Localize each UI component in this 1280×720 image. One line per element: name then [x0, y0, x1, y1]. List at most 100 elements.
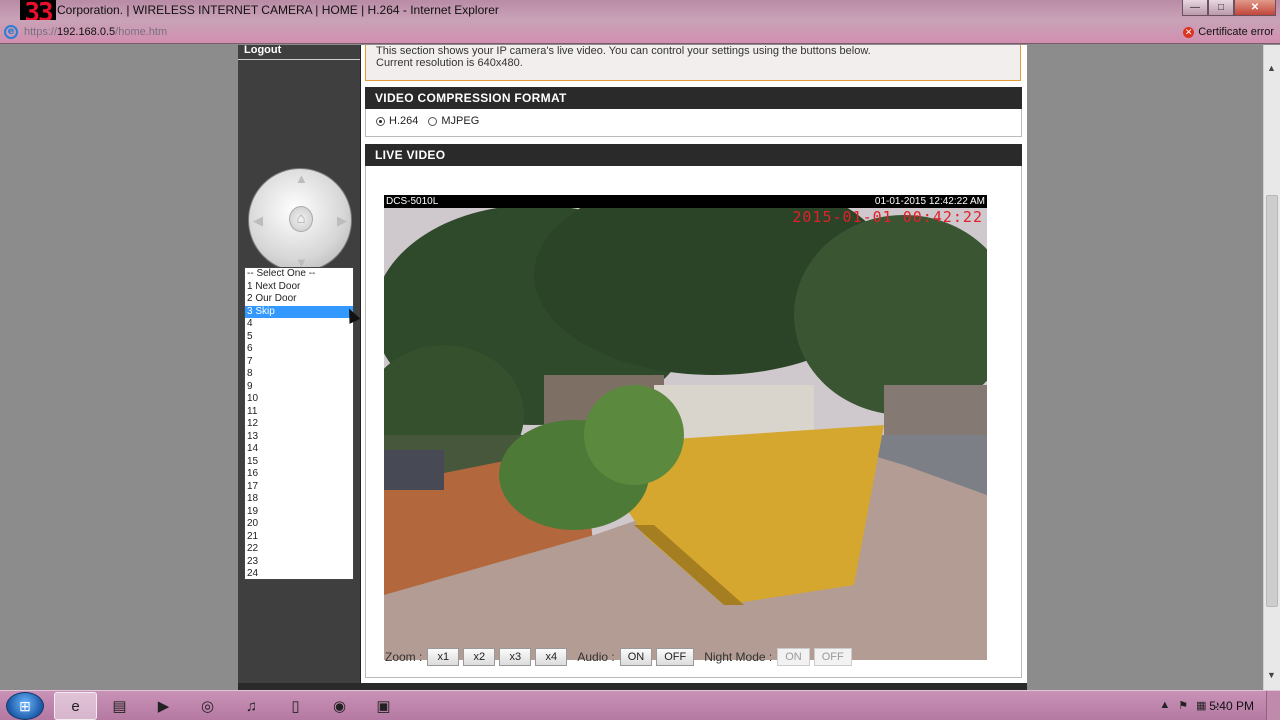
- compression-options: H.264 MJPEG: [376, 115, 479, 127]
- mjpeg-label[interactable]: MJPEG: [441, 115, 479, 127]
- url-path: /home.htm: [115, 26, 168, 38]
- certificate-error-label: Certificate error: [1198, 26, 1274, 38]
- night-mode-on-button[interactable]: ON: [777, 648, 810, 666]
- app-icon[interactable]: ▣: [362, 692, 405, 720]
- show-hidden-icons-icon[interactable]: ▲: [1159, 699, 1170, 712]
- preset-option[interactable]: 7: [245, 356, 353, 369]
- taskbar-clock[interactable]: 5:40 PM: [1209, 699, 1254, 713]
- video-timestamp: 2015-01-01 00:42:22: [792, 208, 983, 226]
- preset-option[interactable]: 22: [245, 543, 353, 556]
- preset-option[interactable]: 9: [245, 381, 353, 394]
- scroll-down-icon[interactable]: ▼: [1267, 670, 1276, 680]
- scroll-up-icon[interactable]: ▲: [1267, 63, 1276, 73]
- preset-option[interactable]: 13: [245, 431, 353, 444]
- minimize-button[interactable]: —: [1182, 0, 1208, 16]
- preset-option[interactable]: 20: [245, 518, 353, 531]
- sidebar-divider: [238, 59, 360, 60]
- video-controls: Zoom : x1 x2 x3 x4 Audio : ON OFF Night …: [385, 648, 856, 666]
- url-scheme: https://: [24, 26, 58, 38]
- h264-label[interactable]: H.264: [389, 115, 418, 127]
- error-icon: ✕: [1183, 27, 1195, 38]
- sidebar: Logout ▲ ▼ ◀ ▶ ⌂ -- Select One -- 1 Next …: [238, 44, 361, 690]
- preset-option[interactable]: 10: [245, 393, 353, 406]
- camera-image: [384, 195, 987, 660]
- preset-option[interactable]: 16: [245, 468, 353, 481]
- scrollbar-thumb[interactable]: [1266, 195, 1278, 607]
- window-titlebar: 33 Corporation. | WIRELESS INTERNET CAME…: [0, 0, 1280, 26]
- page-viewport: Logout ▲ ▼ ◀ ▶ ⌂ -- Select One -- 1 Next …: [0, 44, 1280, 690]
- pan-right-icon[interactable]: ▶: [337, 213, 347, 229]
- preset-option[interactable]: 18: [245, 493, 353, 506]
- compression-panel: H.264 MJPEG: [365, 109, 1022, 137]
- preset-option[interactable]: -- Select One --: [245, 268, 353, 281]
- h264-radio[interactable]: [376, 116, 385, 126]
- preset-option[interactable]: 8: [245, 368, 353, 381]
- compression-heading: VIDEO COMPRESSION FORMAT: [365, 87, 1022, 109]
- preset-option[interactable]: 12: [245, 418, 353, 431]
- preset-option[interactable]: 2 Our Door: [245, 293, 353, 306]
- taskbar: ⊞ e ▤ ▶ ◎ ♫ ▯ ◉ ▣ ▲ ⚑ ▦ ♪ 5:40 PM: [0, 690, 1280, 720]
- preset-option[interactable]: 15: [245, 456, 353, 469]
- page-footer-strip: [238, 683, 1027, 690]
- network-icon[interactable]: ▦: [1196, 699, 1206, 712]
- audio-off-button[interactable]: OFF: [656, 648, 695, 666]
- close-button[interactable]: ✕: [1234, 0, 1276, 16]
- preset-option[interactable]: 3 Skip: [245, 305, 353, 318]
- zoom-x2-button[interactable]: x2: [463, 648, 496, 666]
- media-player-icon[interactable]: ▶: [142, 692, 185, 720]
- audio-on-button[interactable]: ON: [619, 648, 653, 666]
- preset-option[interactable]: 19: [245, 506, 353, 519]
- preset-option[interactable]: 11: [245, 406, 353, 419]
- page-margin-right: [1027, 45, 1263, 690]
- info-box: This section shows your IP camera's live…: [365, 45, 1021, 81]
- action-center-icon[interactable]: ⚑: [1178, 699, 1188, 712]
- zoom-x1-button[interactable]: x1: [427, 648, 460, 666]
- zoom-label: Zoom :: [385, 650, 423, 664]
- maximize-button[interactable]: □: [1208, 0, 1234, 16]
- preset-position-list[interactable]: -- Select One -- 1 Next Door 2 Our Door 3 S…: [244, 267, 354, 580]
- chrome-icon[interactable]: ◎: [186, 692, 229, 720]
- vertical-scrollbar[interactable]: ▲ ▼: [1263, 45, 1280, 690]
- preset-option[interactable]: 23: [245, 556, 353, 569]
- main-content: This section shows your IP camera's live…: [361, 45, 1027, 690]
- preset-option[interactable]: 24: [245, 568, 353, 579]
- file-explorer-icon[interactable]: ▤: [98, 692, 141, 720]
- info-line-2: Current resolution is 640x480.: [376, 57, 523, 69]
- preset-option[interactable]: 14: [245, 443, 353, 456]
- mjpeg-radio[interactable]: [428, 116, 438, 126]
- ie-page-icon: e: [4, 25, 18, 39]
- night-mode-label: Night Mode :: [704, 650, 773, 664]
- zoom-x4-button[interactable]: x4: [535, 648, 568, 666]
- live-video-feed[interactable]: DCS-5010L 01-01-2015 12:42:22 AM 2015-01…: [384, 195, 987, 660]
- preset-option[interactable]: 5: [245, 331, 353, 344]
- night-mode-off-button[interactable]: OFF: [813, 648, 852, 666]
- window-controls: — □ ✕: [1182, 0, 1276, 16]
- preset-option[interactable]: 4: [245, 318, 353, 331]
- pan-left-icon[interactable]: ◀: [253, 213, 263, 229]
- ptz-home-icon[interactable]: ⌂: [289, 206, 313, 232]
- certificate-error-button[interactable]: ✕ Certificate error: [1183, 26, 1274, 38]
- notepad-icon[interactable]: ▯: [274, 692, 317, 720]
- logout-link[interactable]: Logout: [244, 44, 281, 56]
- preset-option[interactable]: 6: [245, 343, 353, 356]
- zoom-x3-button[interactable]: x3: [499, 648, 532, 666]
- window-title: Corporation. | WIRELESS INTERNET CAMERA …: [57, 3, 499, 17]
- preset-option[interactable]: 21: [245, 531, 353, 544]
- start-button[interactable]: ⊞: [6, 692, 44, 720]
- address-input[interactable]: https://192.168.0.5/home.htm: [24, 26, 167, 38]
- ptz-control-pad[interactable]: ▲ ▼ ◀ ▶ ⌂: [248, 168, 352, 272]
- camera-name: DCS-5010L: [386, 196, 439, 207]
- audio-label: Audio :: [577, 650, 615, 664]
- pan-up-icon[interactable]: ▲: [295, 171, 308, 186]
- address-bar: e https://192.168.0.5/home.htm ✕ Certific…: [0, 20, 1280, 44]
- taskbar-apps: e ▤ ▶ ◎ ♫ ▯ ◉ ▣: [54, 692, 406, 720]
- audio-app-icon[interactable]: ♫: [230, 692, 273, 720]
- preset-option[interactable]: 17: [245, 481, 353, 494]
- info-line-1: This section shows your IP camera's live…: [376, 45, 871, 57]
- url-host: 192.168.0.5: [57, 26, 116, 38]
- internet-explorer-icon[interactable]: e: [54, 692, 97, 720]
- osd-timestamp: 01-01-2015 12:42:22 AM: [874, 196, 985, 207]
- show-desktop-button[interactable]: [1266, 691, 1280, 720]
- steam-icon[interactable]: ◉: [318, 692, 361, 720]
- preset-option[interactable]: 1 Next Door: [245, 281, 353, 294]
